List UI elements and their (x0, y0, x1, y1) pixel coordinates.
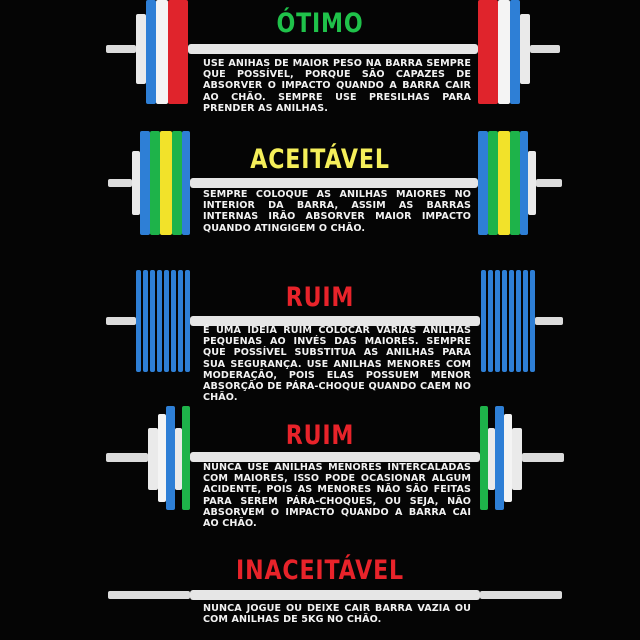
heading-aceitavel: ACEITÁVEL (250, 144, 390, 175)
text-otimo: USE ANIHAS DE MAIOR PESO NA BARRA SEMPRE… (203, 58, 471, 114)
section-inaceitavel: INACEITÁVEL NUNCA JOGUE OU DEIXE CAIR BA… (0, 552, 640, 640)
section-ruim-2: RUIM NUNCA USE ANILHAS MENORES INTERCALA… (0, 402, 640, 552)
text-inaceitavel: NUNCA JOGUE OU DEIXE CAIR BARRA VAZIA OU… (203, 603, 471, 626)
section-ruim-1: RUIM É UMA IDEIA RUIM COLOCAR VÁRIAS ANI… (0, 262, 640, 412)
text-ruim-2: NUNCA USE ANILHAS MENORES INTERCALADAS C… (203, 462, 471, 530)
heading-ruim-1: RUIM (285, 282, 355, 313)
section-aceitavel: ACEITÁVEL SEMPRE COLOQUE AS ANILHAS MAIO… (0, 125, 640, 255)
text-aceitavel: SEMPRE COLOQUE AS ANILHAS MAIORES NO INT… (203, 189, 471, 234)
heading-inaceitavel: INACEITÁVEL (236, 555, 404, 586)
text-ruim-1: É UMA IDEIA RUIM COLOCAR VÁRIAS ANILHAS … (203, 325, 471, 404)
section-otimo: ÓTIMO USE ANIHAS DE MAIOR PESO NA BARRA … (0, 0, 640, 125)
heading-ruim-2: RUIM (285, 420, 355, 451)
heading-otimo: ÓTIMO (276, 8, 364, 39)
